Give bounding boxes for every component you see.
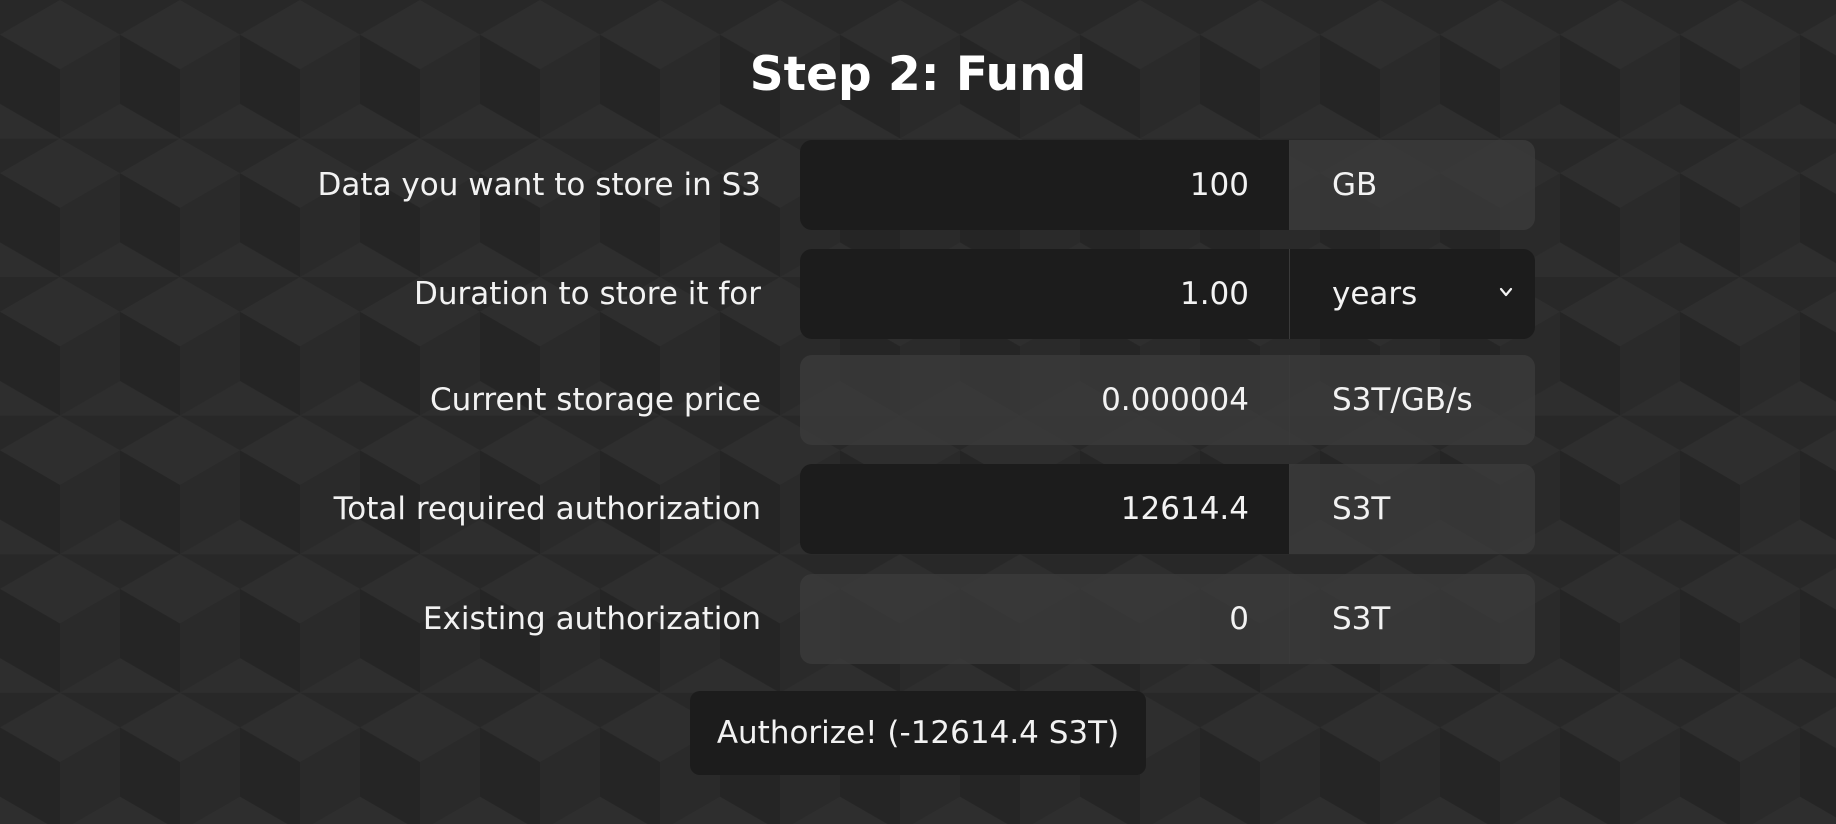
duration-label: Duration to store it for bbox=[414, 276, 761, 312]
storage-price-unit: S3T/GB/s bbox=[1290, 355, 1535, 445]
total-authorization-input[interactable]: 12614.4 bbox=[800, 464, 1290, 554]
chevron-down-icon bbox=[1499, 287, 1513, 297]
existing-authorization-unit: S3T bbox=[1290, 574, 1535, 664]
duration-unit-value: years bbox=[1332, 276, 1418, 312]
data-amount-label: Data you want to store in S3 bbox=[317, 167, 761, 203]
storage-price-field: 0.000004 S3T/GB/s bbox=[800, 355, 1535, 445]
page-title: Step 2: Fund bbox=[749, 47, 1087, 102]
data-amount-row: Data you want to store in S3 100 GB bbox=[0, 140, 1836, 230]
total-authorization-field: 12614.4 S3T bbox=[800, 464, 1535, 554]
total-authorization-unit: S3T bbox=[1290, 464, 1535, 554]
data-amount-input[interactable]: 100 bbox=[800, 140, 1290, 230]
existing-authorization-value: 0 bbox=[800, 574, 1290, 664]
authorize-button[interactable]: Authorize! (-12614.4 S3T) bbox=[690, 691, 1146, 775]
data-amount-unit: GB bbox=[1290, 140, 1535, 230]
existing-authorization-field: 0 S3T bbox=[800, 574, 1535, 664]
duration-unit-select[interactable]: years bbox=[1290, 249, 1535, 339]
fund-step-panel: Step 2: Fund Data you want to store in S… bbox=[0, 0, 1836, 824]
existing-authorization-label: Existing authorization bbox=[422, 601, 761, 637]
storage-price-label: Current storage price bbox=[429, 382, 761, 418]
duration-field: 1.00 years bbox=[800, 249, 1535, 339]
duration-row: Duration to store it for 1.00 years bbox=[0, 249, 1836, 339]
existing-authorization-row: Existing authorization 0 S3T bbox=[0, 574, 1836, 664]
data-amount-field: 100 GB bbox=[800, 140, 1535, 230]
total-authorization-label: Total required authorization bbox=[333, 491, 761, 527]
duration-input[interactable]: 1.00 bbox=[800, 249, 1290, 339]
storage-price-row: Current storage price 0.000004 S3T/GB/s bbox=[0, 355, 1836, 445]
total-authorization-row: Total required authorization 12614.4 S3T bbox=[0, 464, 1836, 554]
storage-price-value: 0.000004 bbox=[800, 355, 1290, 445]
